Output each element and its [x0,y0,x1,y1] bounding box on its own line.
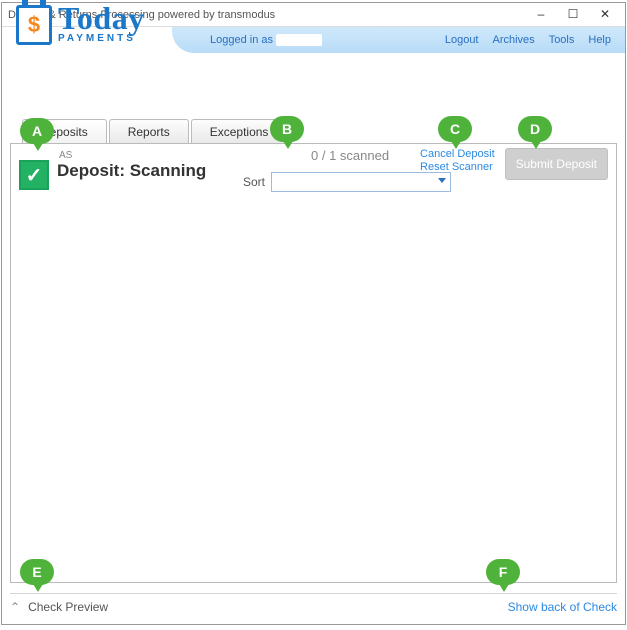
logo-text-payments: PAYMENTS [58,34,145,44]
statusbar: ⌃ Check Preview Show back of Check [10,593,617,614]
callout-c: C [438,116,472,142]
callout-b: B [270,116,304,142]
main-panel: ✓ AS Deposit: Scanning 0 / 1 scanned Sor… [10,143,617,583]
deposit-as: AS [59,150,206,161]
deposit-title: Deposit: Scanning [57,161,206,181]
logo-text-today: Today [58,2,145,34]
tab-reports[interactable]: Reports [109,119,189,144]
loggedin-prefix: Logged in as [210,34,273,46]
reset-scanner-link[interactable]: Reset Scanner [420,161,495,173]
deposit-info: AS Deposit: Scanning [57,150,206,181]
callout-d: D [518,116,552,142]
right-actions: Cancel Deposit Reset Scanner Submit Depo… [420,148,608,180]
callout-a: A [20,118,54,144]
checkmark-icon: ✓ [19,160,49,190]
submit-deposit-button[interactable]: Submit Deposit [505,148,608,180]
show-back-link[interactable]: Show back of Check [508,600,617,614]
panel-header: ✓ AS Deposit: Scanning 0 / 1 scanned Sor… [11,144,616,194]
panel-body [11,198,616,582]
logout-link[interactable]: Logout [445,34,479,46]
callout-e: E [20,559,54,585]
check-preview-label: Check Preview [28,600,508,614]
header-spacer [2,53,625,111]
loggedin-label: Logged in as [210,34,322,46]
expand-icon[interactable]: ⌃ [10,600,20,614]
top-ribbon: Logged in as Logout Archives Tools Help [172,27,625,53]
archives-link[interactable]: Archives [493,34,535,46]
sort-label: Sort [243,175,265,189]
tools-link[interactable]: Tools [549,34,575,46]
logo: $ Today PAYMENTS [16,1,145,45]
close-button[interactable]: ✕ [591,6,619,24]
scan-count: 0 / 1 scanned [311,148,389,163]
callout-f: F [486,559,520,585]
maximize-button[interactable]: ☐ [559,6,587,24]
minimize-button[interactable]: – [527,6,555,24]
cancel-deposit-link[interactable]: Cancel Deposit [420,148,495,160]
help-link[interactable]: Help [588,34,611,46]
app-window: Deposit & Returns Processing powered by … [1,2,626,625]
window-controls: – ☐ ✕ [527,6,619,24]
loggedin-user-masked [276,34,322,46]
logo-icon: $ [16,1,52,45]
dollar-icon: $ [28,12,40,38]
